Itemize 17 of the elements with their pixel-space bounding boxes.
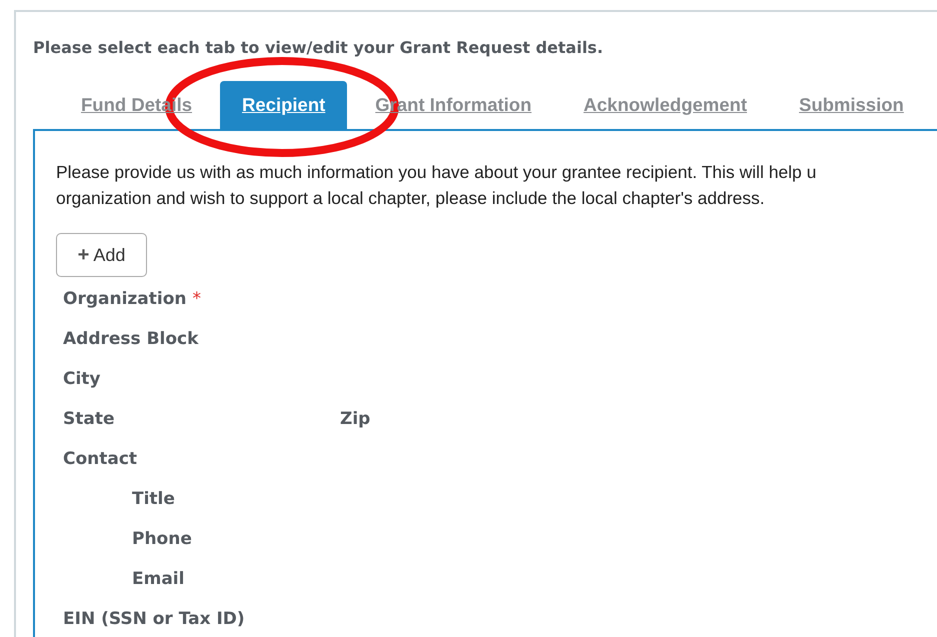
field-label: Title	[132, 489, 175, 509]
tab[interactable]: Submission	[774, 81, 928, 129]
field-label: Email	[132, 569, 184, 589]
instructions-text: Please select each tab to view/edit your Grant Request details.	[33, 38, 604, 57]
field-label: City	[63, 369, 101, 389]
field-label: Organization	[63, 289, 187, 309]
field-label: Contact	[63, 449, 138, 469]
field-label: EIN (SSN or Tax ID)	[63, 609, 245, 629]
field-label: State	[63, 409, 116, 429]
tab[interactable]: Acknowledgement	[560, 81, 771, 129]
description-text: Please provide us with as much information you have about your grantee recipient. This will help u organization and wish to support a local chapter, please include the local chapter's address.	[56, 161, 818, 210]
add-button[interactable]: + Add	[56, 233, 147, 277]
field-label: Address Block	[63, 329, 198, 349]
tab[interactable]: Recipient	[220, 81, 348, 129]
required-marker: *	[192, 289, 202, 309]
field-label: Phone	[132, 529, 192, 549]
field-label: Zip	[340, 409, 370, 429]
